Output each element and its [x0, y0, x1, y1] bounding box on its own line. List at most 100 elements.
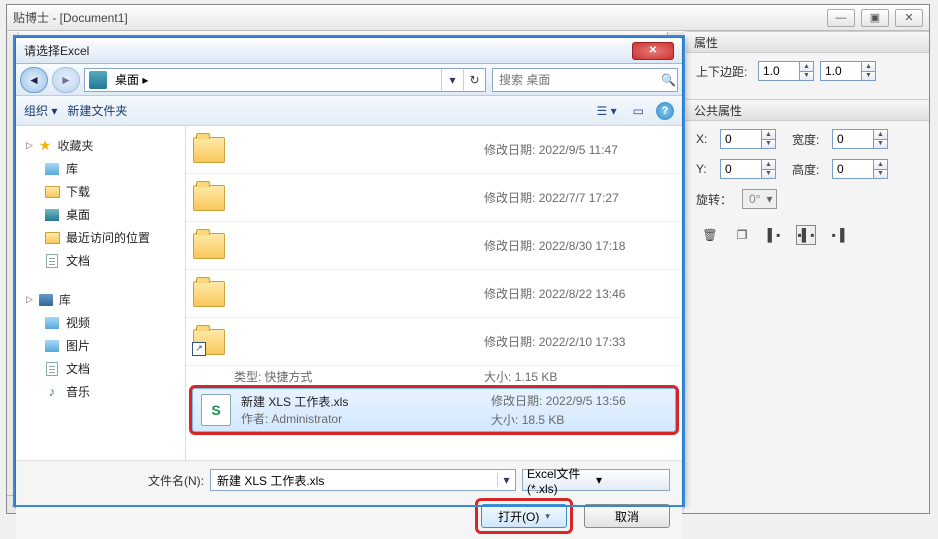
file-open-dialog: 请选择Excel ✕ ◄ ► 桌面 ▸ ▾ ↻ 🔍 组织 ▾ 新建文件夹 ☰ ▾…: [15, 37, 683, 505]
spin-down-icon[interactable]: ▼: [862, 72, 875, 81]
height-spinner[interactable]: ▲▼: [832, 159, 888, 179]
library-icon: [45, 163, 59, 175]
view-mode-button[interactable]: ☰ ▾: [593, 102, 621, 120]
spin-up-icon[interactable]: ▲: [862, 62, 875, 72]
folder-icon: [193, 137, 225, 163]
height-label: 高度:: [792, 161, 826, 178]
folder-icon: [193, 185, 225, 211]
filename-input[interactable]: [211, 473, 497, 487]
sidebar-item-music[interactable]: ♪音乐: [16, 380, 185, 403]
delete-icon[interactable]: 🗑: [700, 225, 720, 245]
chevron-down-icon: ▾: [596, 473, 665, 487]
file-size: 1.15 KB: [515, 370, 558, 384]
section-header-public: 公共属性: [686, 99, 929, 121]
sidebar-item-downloads[interactable]: 下载: [16, 180, 185, 203]
cancel-button[interactable]: 取消: [584, 504, 670, 528]
filename-dropdown-icon[interactable]: ▾: [497, 473, 515, 487]
rotate-select[interactable]: 0°: [742, 189, 777, 209]
nav-forward-button[interactable]: ►: [52, 67, 80, 93]
breadcrumb[interactable]: 桌面 ▸ ▾ ↻: [84, 68, 486, 92]
dialog-sidebar: ▷★收藏夹 库 下载 桌面 最近访问的位置 文档 ▷库 视频 图片 文档 ♪音乐: [16, 126, 186, 460]
search-icon[interactable]: 🔍: [660, 73, 677, 87]
y-input[interactable]: [721, 160, 761, 178]
breadcrumb-dropdown-icon[interactable]: ▾: [441, 69, 463, 91]
sidebar-item-videos[interactable]: 视频: [16, 311, 185, 334]
file-type: 快捷方式: [264, 370, 312, 384]
open-button[interactable]: 打开(O)▾: [481, 504, 567, 528]
folder-icon: [45, 232, 60, 244]
new-folder-button[interactable]: 新建文件夹: [67, 102, 127, 119]
margin-top-spinner[interactable]: ▲▼: [758, 61, 814, 81]
width-input[interactable]: [833, 130, 873, 148]
nav-back-button[interactable]: ◄: [20, 67, 48, 93]
sidebar-item-libraries[interactable]: 库: [16, 157, 185, 180]
file-row[interactable]: 修改日期: 2022/9/5 11:47: [186, 126, 682, 174]
star-icon: ★: [39, 137, 52, 154]
spin-down-icon[interactable]: ▼: [800, 72, 813, 81]
refresh-icon[interactable]: ↻: [463, 69, 485, 91]
close-button[interactable]: ✕: [895, 9, 923, 27]
height-input[interactable]: [833, 160, 873, 178]
preview-pane-button[interactable]: ▭: [629, 102, 648, 120]
folder-shortcut-icon: [193, 329, 225, 355]
margin-bottom-input[interactable]: [821, 62, 861, 80]
x-input[interactable]: [721, 130, 761, 148]
xls-icon: S: [201, 394, 231, 426]
file-row[interactable]: 修改日期: 2022/8/30 17:18: [186, 222, 682, 270]
sidebar-item-recent[interactable]: 最近访问的位置: [16, 226, 185, 249]
libraries-label: 库: [59, 291, 71, 308]
music-icon: ♪: [44, 385, 60, 399]
dialog-close-button[interactable]: ✕: [632, 42, 674, 60]
file-list[interactable]: 修改日期: 2022/9/5 11:47 修改日期: 2022/7/7 17:2…: [186, 126, 682, 460]
libraries-group[interactable]: ▷库: [16, 288, 185, 311]
search-box[interactable]: 🔍: [492, 68, 678, 92]
align-left-icon[interactable]: ▌▪: [764, 225, 784, 245]
favorites-label: 收藏夹: [57, 137, 93, 154]
margin-top-input[interactable]: [759, 62, 799, 80]
y-label: Y:: [696, 162, 714, 176]
sidebar-item-documents[interactable]: 文档: [16, 249, 185, 272]
folder-icon: [193, 281, 225, 307]
file-date: 2022/2/10 17:33: [539, 335, 626, 349]
favorites-group[interactable]: ▷★收藏夹: [16, 134, 185, 157]
file-row-subinfo: 类型: 快捷方式 大小: 1.15 KB: [186, 366, 682, 386]
maximize-button[interactable]: ▣: [861, 9, 889, 27]
minimize-button[interactable]: —: [827, 9, 855, 27]
app-title: 贴博士 - [Document1]: [13, 9, 827, 26]
sidebar-item-documents-lib[interactable]: 文档: [16, 357, 185, 380]
filename-combo[interactable]: ▾: [210, 469, 516, 491]
help-icon[interactable]: ?: [656, 102, 674, 120]
sidebar-item-desktop[interactable]: 桌面: [16, 203, 185, 226]
margin-bottom-spinner[interactable]: ▲▼: [820, 61, 876, 81]
file-row[interactable]: 修改日期: 2022/8/22 13:46: [186, 270, 682, 318]
filename-label: 文件名(N):: [148, 472, 204, 489]
filetype-combo[interactable]: Excel文件(*.xls) ▾: [522, 469, 670, 491]
picture-icon: [45, 340, 59, 352]
width-spinner[interactable]: ▲▼: [832, 129, 888, 149]
organize-menu[interactable]: 组织 ▾: [24, 102, 57, 119]
dialog-toolbar: 组织 ▾ 新建文件夹 ☰ ▾ ▭ ?: [16, 96, 682, 126]
align-center-icon[interactable]: ▪▌▪: [796, 225, 816, 245]
app-titlebar: 贴博士 - [Document1] — ▣ ✕: [7, 5, 929, 31]
y-spinner[interactable]: ▲▼: [720, 159, 776, 179]
x-label: X:: [696, 132, 714, 146]
align-right-icon[interactable]: ▪▐: [828, 225, 848, 245]
file-row[interactable]: 修改日期: 2022/7/7 17:27: [186, 174, 682, 222]
search-input[interactable]: [493, 73, 660, 87]
file-date: 2022/9/5 13:56: [546, 394, 626, 408]
dialog-title: 请选择Excel: [24, 42, 632, 59]
dialog-nav: ◄ ► 桌面 ▸ ▾ ↻ 🔍: [16, 64, 682, 96]
file-row-selected[interactable]: S 新建 XLS 工作表.xls 作者: Administrator 修改日期:…: [192, 388, 676, 432]
sidebar-item-pictures[interactable]: 图片: [16, 334, 185, 357]
x-spinner[interactable]: ▲▼: [720, 129, 776, 149]
file-size: 18.5 KB: [522, 413, 565, 427]
copy-icon[interactable]: ❐: [732, 225, 752, 245]
file-date: 2022/8/30 17:18: [539, 239, 626, 253]
width-label: 宽度:: [792, 131, 826, 148]
align-toolbar: 🗑 ❐ ▌▪ ▪▌▪ ▪▐: [696, 219, 919, 245]
file-row[interactable]: 修改日期: 2022/2/10 17:33: [186, 318, 682, 366]
breadcrumb-text[interactable]: 桌面 ▸: [111, 71, 441, 88]
file-date: 2022/7/7 17:27: [539, 191, 619, 205]
desktop-icon: [45, 209, 59, 221]
spin-up-icon[interactable]: ▲: [800, 62, 813, 72]
